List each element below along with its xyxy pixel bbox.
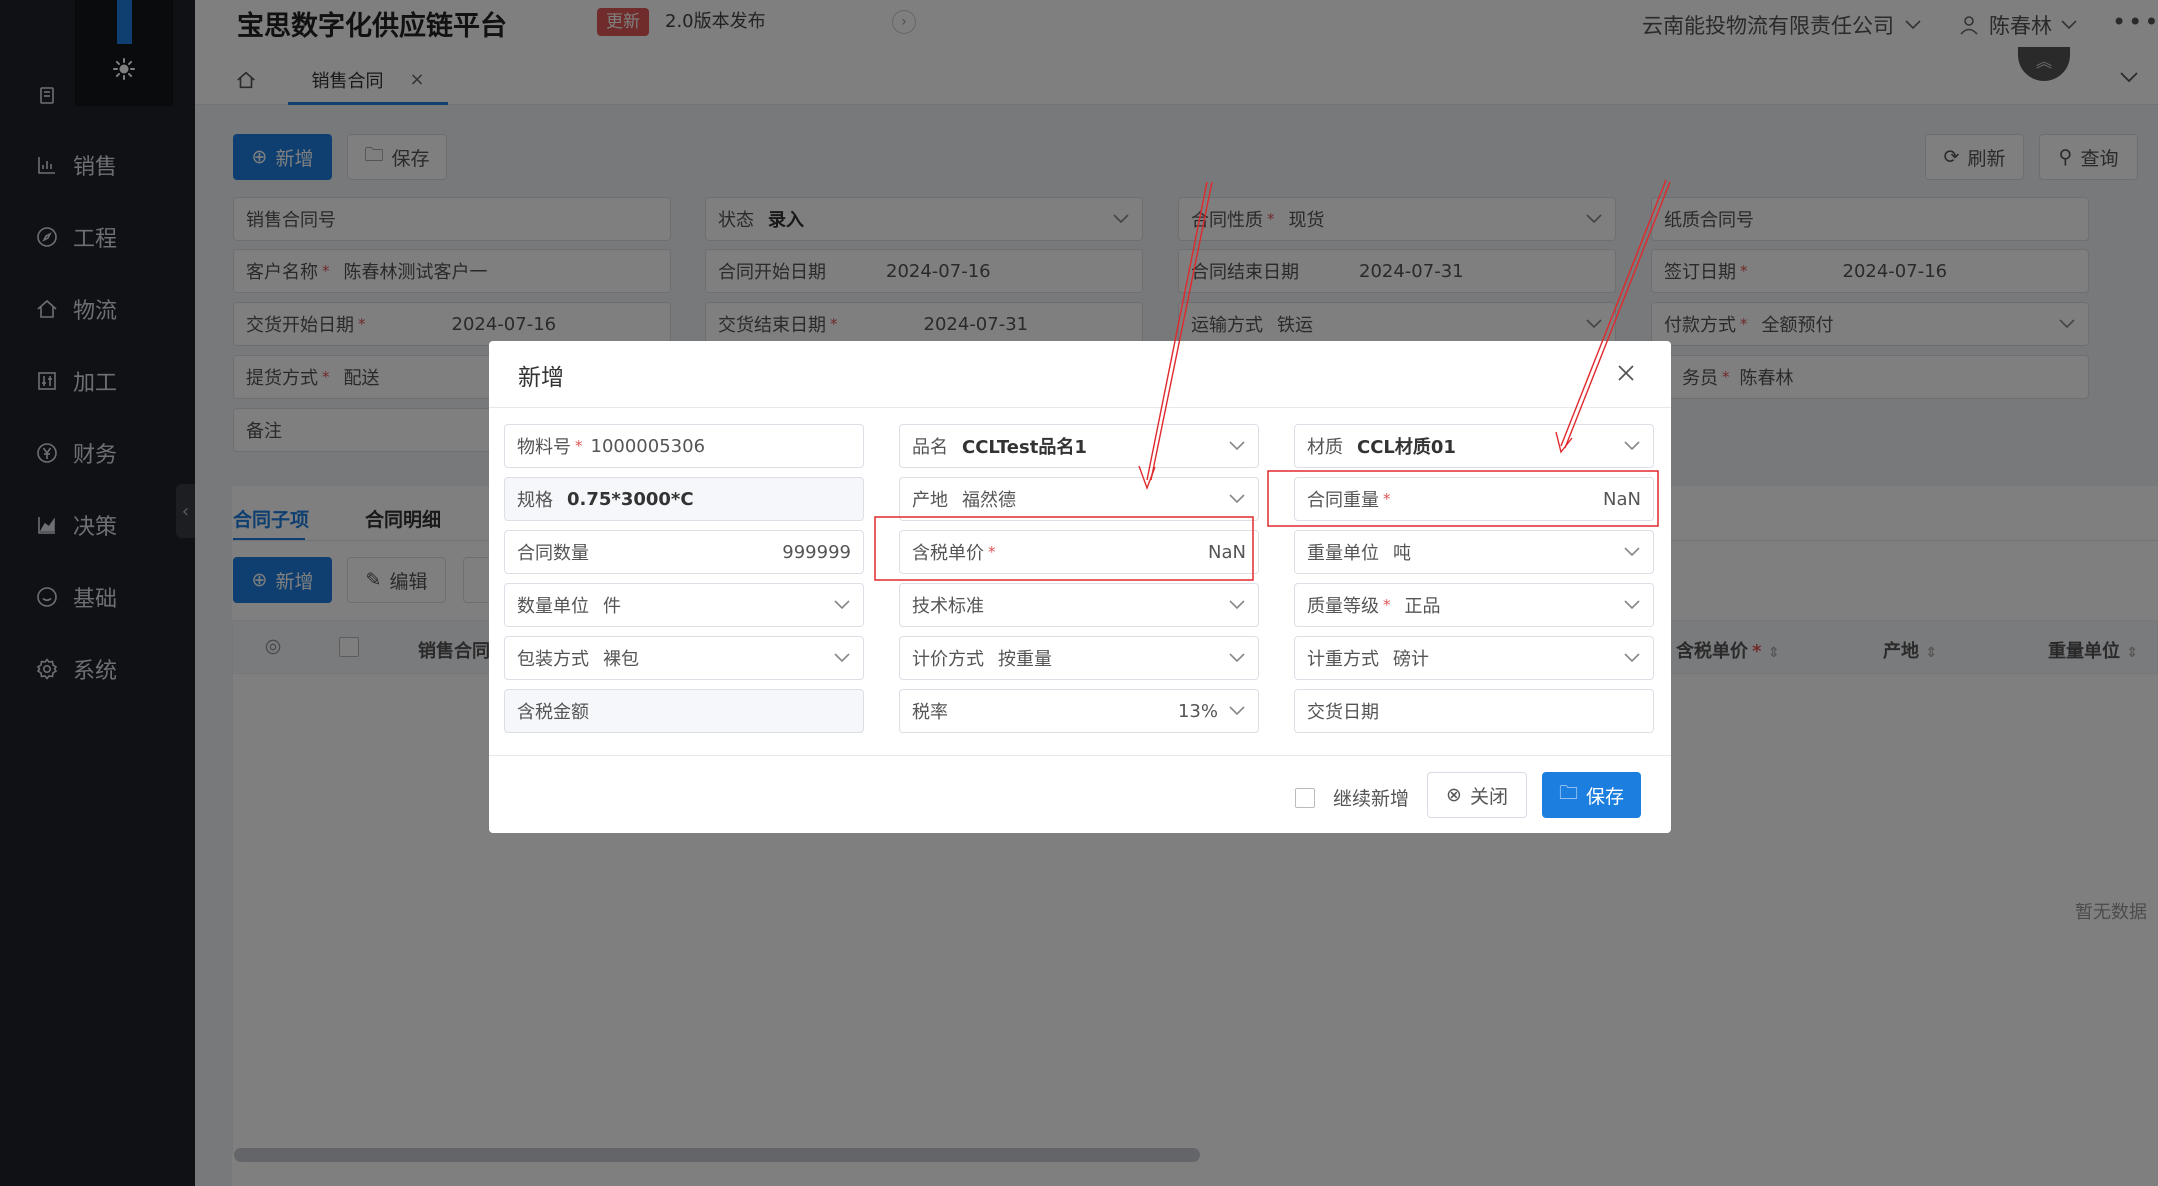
field-label: 产地 [912,490,948,511]
field-label: 品名 [912,437,948,458]
contract-qty-field[interactable]: 合同数量 999999 [504,530,864,574]
qty-unit-select[interactable]: 数量单位 件 [504,583,864,627]
field-value: 999999 [782,541,851,563]
delivery-date-field[interactable]: 交货日期 [1294,689,1654,733]
dialog-save-button[interactable]: 🗀 保存 [1542,772,1641,818]
field-label: 合同数量 [517,543,589,564]
field-value: CCLTest品名1 [962,437,1087,458]
field-value: 按重量 [998,649,1052,670]
field-label: 计重方式 [1307,649,1379,670]
chevron-down-icon [1624,600,1640,610]
continue-add-label: 继续新增 [1333,788,1410,810]
field-value: 13% [1177,700,1218,722]
chevron-down-icon [1624,653,1640,663]
close-icon[interactable] [1616,363,1636,383]
field-value: 1000005306 [590,435,706,457]
chevron-down-icon [1229,494,1245,504]
dialog-footer-divider [489,755,1671,756]
close-label: 关闭 [1469,785,1508,808]
tax-amount-field: 含税金额 [504,689,864,733]
tech-standard-select[interactable]: 技术标准 [899,583,1259,627]
required-mark: * [988,543,996,561]
continue-add-checkbox[interactable] [1295,787,1315,808]
chevron-down-icon [1229,600,1245,610]
dialog-close-button[interactable]: ⊗ 关闭 [1427,772,1527,818]
field-value: 裸包 [603,649,639,670]
dialog-header-divider [489,407,1671,408]
field-label: 重量单位 [1307,543,1379,564]
field-label: 规格 [517,490,553,511]
material-select[interactable]: 材质 CCL材质01 [1294,424,1654,468]
field-label: 技术标准 [912,596,984,617]
close-circle-icon: ⊗ [1446,784,1462,806]
save-label: 保存 [1586,785,1625,808]
chevron-down-icon [1229,441,1245,451]
field-label: 物料号 [517,437,571,458]
required-mark: * [1383,596,1391,614]
chevron-down-icon [834,653,850,663]
product-name-select[interactable]: 品名 CCLTest品名1 [899,424,1259,468]
dialog-title: 新增 [518,365,564,391]
tax-rate-select[interactable]: 税率 13% [899,689,1259,733]
field-label: 计价方式 [912,649,984,670]
field-label: 包装方式 [517,649,589,670]
chevron-down-icon [1624,547,1640,557]
field-label: 材质 [1307,437,1343,458]
origin-select[interactable]: 产地 福然德 [899,477,1259,521]
weight-unit-select[interactable]: 重量单位 吨 [1294,530,1654,574]
continue-add-option[interactable]: 继续新增 [1295,784,1409,811]
packing-select[interactable]: 包装方式 裸包 [504,636,864,680]
material-no-field[interactable]: 物料号 * 1000005306 [504,424,864,468]
chevron-down-icon [1624,441,1640,451]
field-value: 福然德 [962,490,1016,511]
metering-select[interactable]: 计重方式 磅计 [1294,636,1654,680]
field-label: 交货日期 [1307,702,1379,723]
required-mark: * [575,437,583,455]
add-item-dialog: 新增 物料号 * 1000005306 品名 CCLTest品名1 材质 CCL材… [489,341,1671,833]
field-value: 件 [603,596,621,617]
quality-grade-select[interactable]: 质量等级 * 正品 [1294,583,1654,627]
field-value: 磅计 [1393,649,1429,670]
required-mark: * [1383,490,1391,508]
field-label: 含税单价 [912,543,984,564]
tax-price-field[interactable]: 含税单价 * NaN [899,530,1259,574]
field-label: 含税金额 [517,702,589,723]
field-label: 合同重量 [1307,490,1379,511]
field-label: 质量等级 [1307,596,1379,617]
field-label: 数量单位 [517,596,589,617]
chevron-down-icon [834,600,850,610]
pricing-select[interactable]: 计价方式 按重量 [899,636,1259,680]
field-value: 0.75*3000*C [567,488,694,510]
chevron-down-icon [1229,653,1245,663]
field-value: 吨 [1393,543,1411,564]
folder-icon: 🗀 [1558,782,1578,804]
field-value: 正品 [1404,596,1441,617]
field-label: 税率 [912,702,948,723]
spec-field: 规格 0.75*3000*C [504,477,864,521]
contract-weight-field[interactable]: 合同重量 * NaN [1294,477,1654,521]
field-value: NaN [1208,541,1246,563]
chevron-down-icon [1229,706,1245,716]
field-value: NaN [1603,488,1641,510]
field-value: CCL材质01 [1357,437,1456,458]
